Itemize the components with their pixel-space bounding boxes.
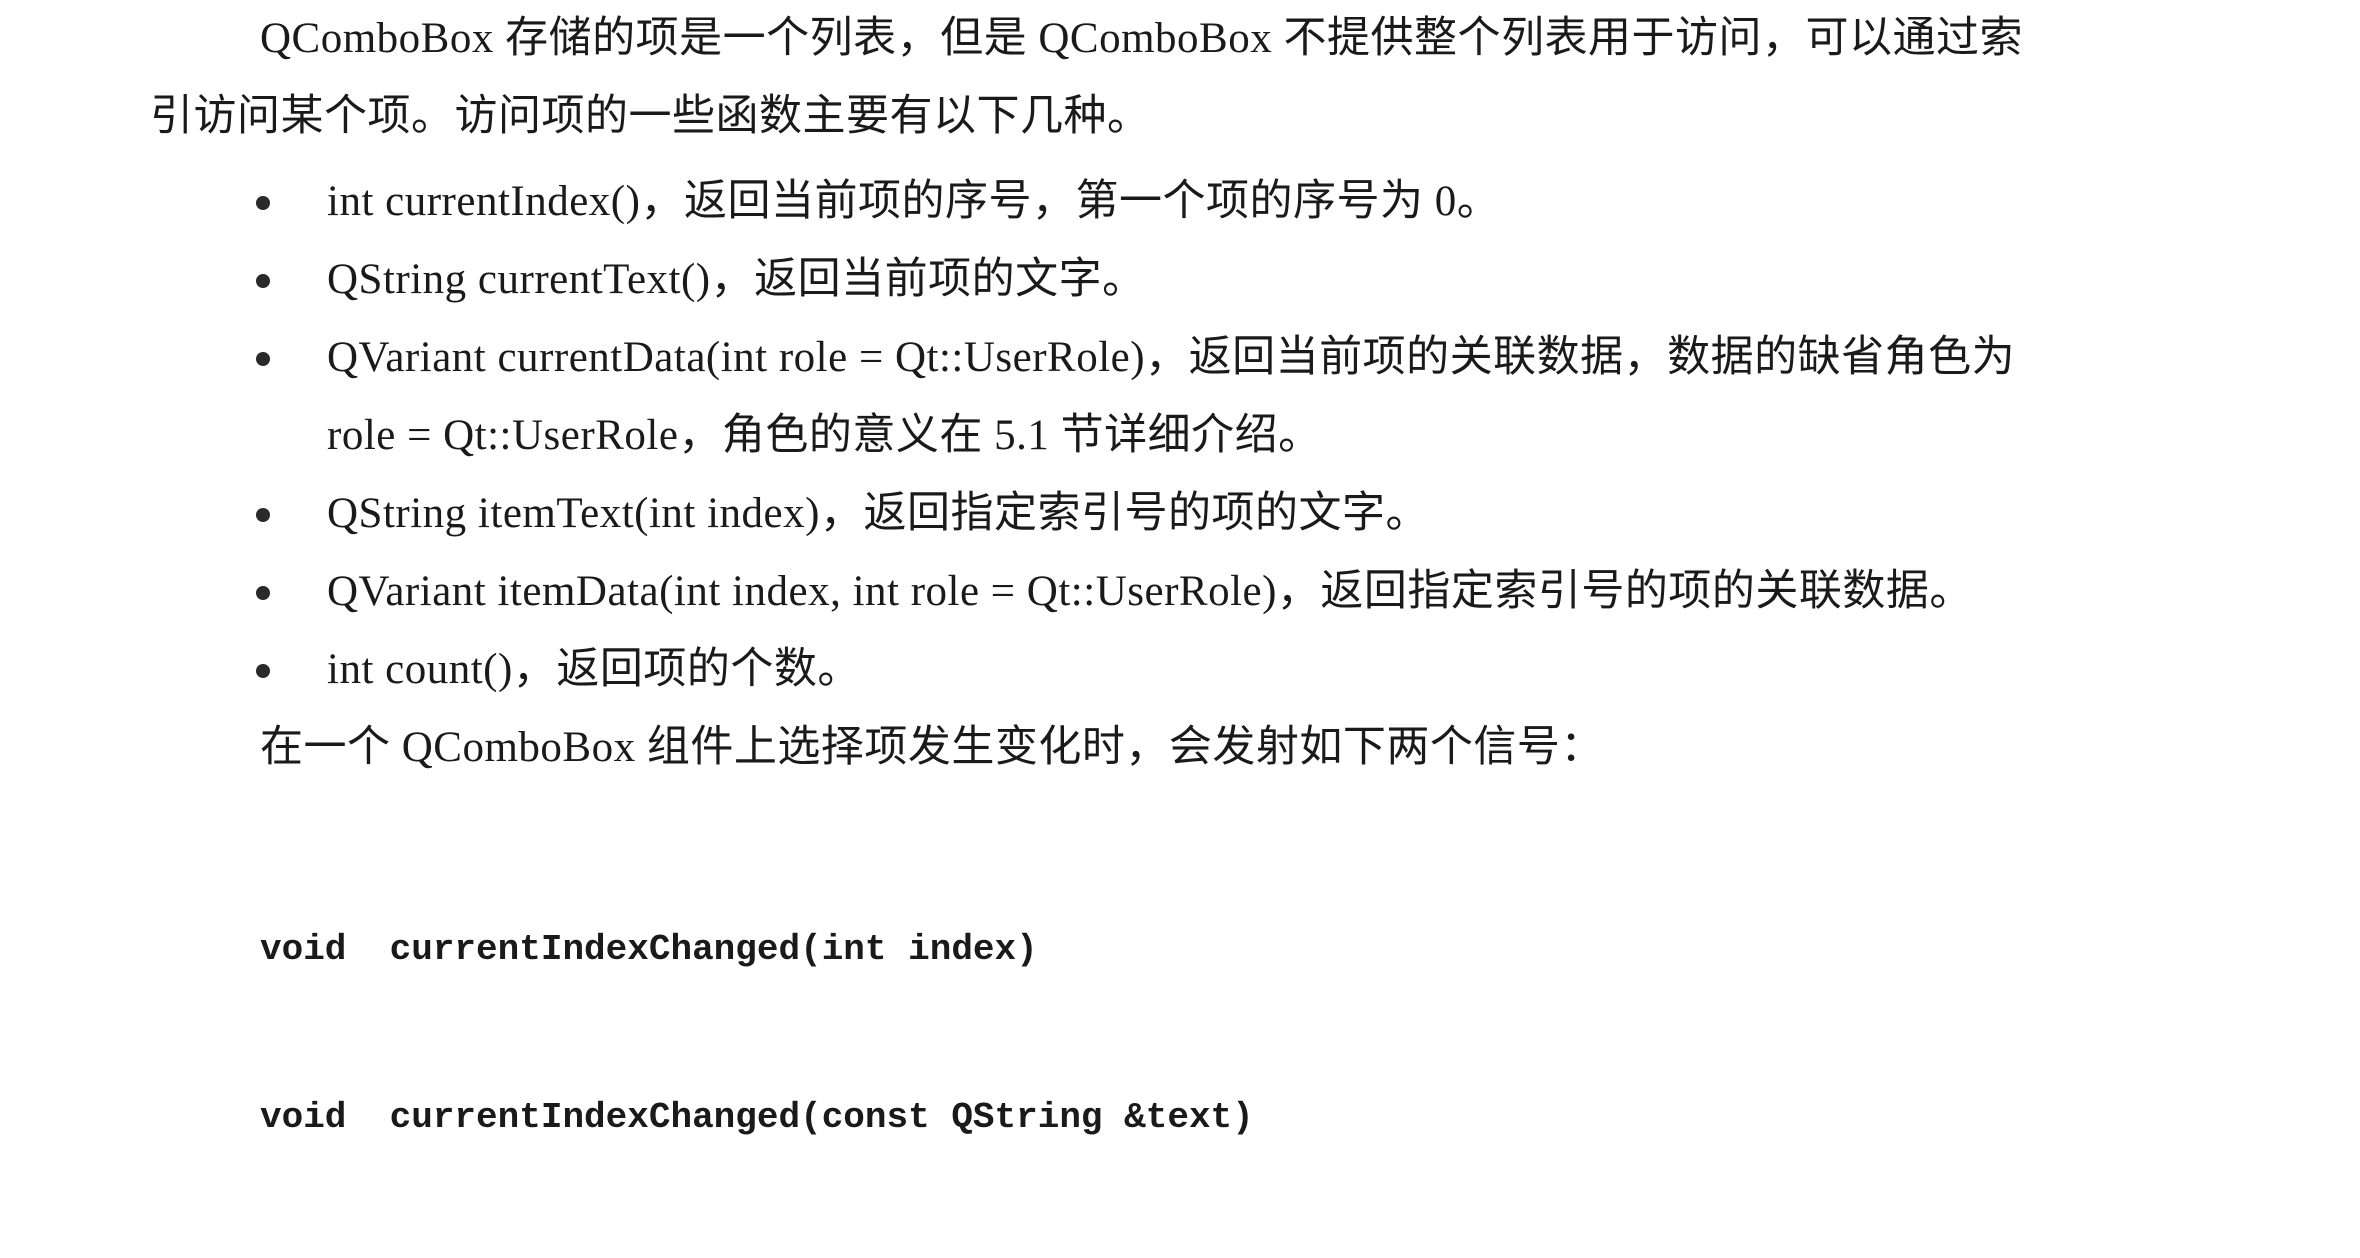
list-item-text: int currentIndex()，返回当前项的序号，第一个项的序号为 0。 <box>327 178 1501 225</box>
intro-line-2: 引访问某个项。访问项的一些函数主要有以下几种。 <box>150 93 1151 140</box>
list-item-text: QString currentText()，返回当前项的文字。 <box>327 256 1146 303</box>
list-item: QString currentText()，返回当前项的文字。 <box>0 241 2015 319</box>
list-item-text: QVariant itemData(int index, int role = … <box>327 568 1973 615</box>
function-list: int currentIndex()，返回当前项的序号，第一个项的序号为 0。 … <box>0 163 2015 709</box>
bullet-icon <box>256 274 270 288</box>
list-item-text: int count()，返回项的个数。 <box>327 646 861 693</box>
bullet-icon <box>256 664 270 678</box>
list-item: int currentIndex()，返回当前项的序号，第一个项的序号为 0。 <box>0 163 2015 241</box>
document-page: QComboBox 存储的项是一个列表，但是 QComboBox 不提供整个列表… <box>0 0 2360 1138</box>
bullet-icon <box>256 196 270 210</box>
code-line: void currentIndexChanged(int index) <box>260 929 1038 970</box>
bullet-icon <box>256 586 270 600</box>
list-item: QString itemText(int index)，返回指定索引号的项的文字… <box>0 475 2015 553</box>
signal-intro-paragraph: 在一个 QComboBox 组件上选择项发生变化时，会发射如下两个信号： <box>260 724 1604 771</box>
list-item: int count()，返回项的个数。 <box>0 631 2015 709</box>
list-item-text: QString itemText(int index)，返回指定索引号的项的文字… <box>327 490 1429 537</box>
list-item: QVariant currentData(int role = Qt::User… <box>0 319 2015 475</box>
list-item-continuation: role = Qt::UserRole，角色的意义在 5.1 节详细介绍。 <box>327 412 1322 459</box>
list-item: QVariant itemData(int index, int role = … <box>0 553 2015 631</box>
code-line: void currentIndexChanged(const QString &… <box>260 1097 1254 1138</box>
bullet-icon <box>256 352 270 366</box>
intro-line-1: QComboBox 存储的项是一个列表，但是 QComboBox 不提供整个列表… <box>260 15 2023 62</box>
list-item-text: QVariant currentData(int role = Qt::User… <box>327 334 2016 381</box>
intro-paragraph: QComboBox 存储的项是一个列表，但是 QComboBox 不提供整个列表… <box>150 0 2330 156</box>
bullet-icon <box>256 508 270 522</box>
code-block: void currentIndexChanged(int index) void… <box>260 810 1254 1258</box>
